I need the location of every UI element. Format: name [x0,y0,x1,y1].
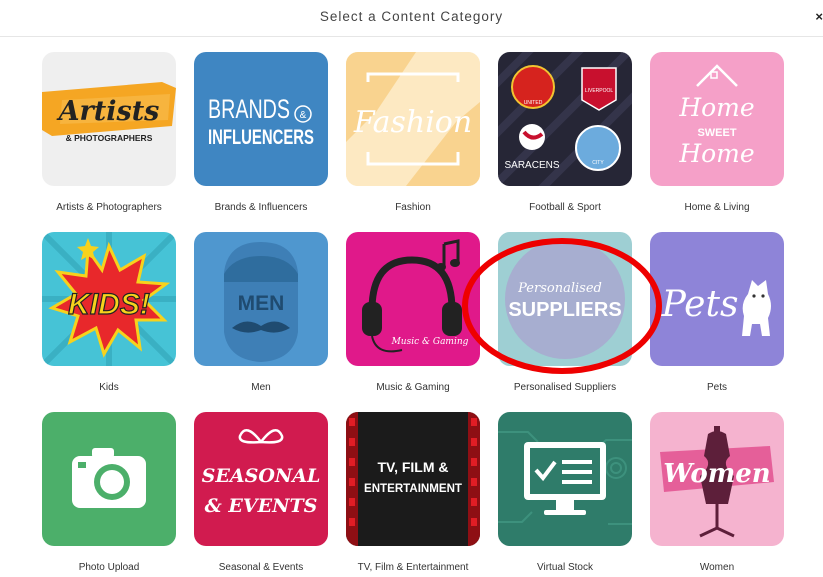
home-living-logo: Home SWEET Home [650,52,784,186]
category-fashion[interactable]: Fashion Fashion [346,52,480,213]
svg-text:Fashion: Fashion [353,105,472,140]
svg-text:TV, FILM &: TV, FILM & [377,459,448,475]
photo-upload-logo [42,412,176,546]
brands-influencers-logo: BRANDS & INFLUENCERS [194,52,328,186]
category-tv-film-entertainment[interactable]: TV, FILM & ENTERTAINMENT TV, Film & Ente… [346,412,480,573]
category-label: Fashion [395,202,431,213]
close-icon[interactable]: × [815,9,823,24]
svg-text:MEN: MEN [238,292,285,315]
svg-text:Artists: Artists [56,96,160,127]
category-label: Home & Living [684,202,750,213]
svg-text:& PHOTOGRAPHERS: & PHOTOGRAPHERS [66,133,153,143]
category-label: Kids [99,382,119,393]
svg-text:Home: Home [678,139,754,168]
category-photo-upload[interactable]: Photo Upload [42,412,176,573]
men-logo: MEN [194,232,328,366]
dialog-title: Select a Content Category [319,9,504,24]
women-logo: Women [650,412,784,546]
category-label: Artists & Photographers [56,202,162,213]
svg-text:ENTERTAINMENT: ENTERTAINMENT [364,481,463,495]
seasonal-events-logo: SEASONAL & EVENTS [194,412,328,546]
category-label: Men [251,382,271,393]
category-music-gaming[interactable]: Music & Gaming Music & Gaming [346,232,480,393]
svg-text:BRANDS: BRANDS [208,94,290,124]
category-virtual-stock[interactable]: Virtual Stock [498,412,632,573]
svg-text:Women: Women [663,459,770,489]
category-pets[interactable]: Pets Pets [650,232,784,393]
category-label: Seasonal & Events [218,562,304,573]
svg-text:LIVERPOOL: LIVERPOOL [585,88,614,94]
svg-text:SEASONAL: SEASONAL [202,465,321,487]
svg-text:SARACENS: SARACENS [504,160,559,171]
svg-text:SWEET: SWEET [697,127,736,139]
fashion-logo: Fashion [346,52,480,186]
svg-text:INFLUENCERS: INFLUENCERS [208,126,314,149]
category-football-sport[interactable]: UNITED LIVERPOOL SARACENS CITY Football … [498,52,632,213]
music-gaming-logo: Music & Gaming [346,232,480,366]
svg-text:CITY: CITY [592,160,604,166]
virtual-stock-logo [498,412,632,546]
category-label: Brands & Influencers [214,202,308,213]
artists-photographers-logo: Artists & PHOTOGRAPHERS [42,52,176,186]
dialog-header: Select a Content Category × [0,0,823,37]
category-women[interactable]: Women Women [650,412,784,573]
pets-logo: Pets [650,232,784,366]
category-brands-influencers[interactable]: BRANDS & INFLUENCERS Brands & Influencer… [194,52,328,213]
svg-text:&: & [300,110,307,121]
svg-text:UNITED: UNITED [524,100,543,106]
svg-text:SUPPLIERS: SUPPLIERS [508,299,621,321]
svg-text:KIDS!: KIDS! [68,288,150,321]
category-label: Photo Upload [78,562,140,573]
category-home-living[interactable]: Home SWEET Home Home & Living [650,52,784,213]
category-label: Personalised Suppliers [513,382,617,393]
kids-logo: KIDS! [42,232,176,366]
svg-text:Music & Gaming: Music & Gaming [391,337,469,347]
category-men[interactable]: MEN Men [194,232,328,393]
category-label: TV, Film & Entertainment [357,562,469,573]
category-label: Music & Gaming [376,382,450,393]
svg-text:Pets: Pets [661,284,739,325]
svg-text:& EVENTS: & EVENTS [205,495,318,517]
category-artists-photographers[interactable]: Artists & PHOTOGRAPHERS Artists & Photog… [42,52,176,213]
personalised-suppliers-logo: Personalised SUPPLIERS [498,232,632,366]
category-label: Virtual Stock [537,562,593,573]
tv-film-entertainment-logo: TV, FILM & ENTERTAINMENT [346,412,480,546]
category-seasonal-events[interactable]: SEASONAL & EVENTS Seasonal & Events [194,412,328,573]
category-personalised-suppliers[interactable]: Personalised SUPPLIERS Personalised Supp… [498,232,632,393]
svg-text:Personalised: Personalised [517,281,602,296]
svg-text:Home: Home [678,93,754,122]
category-label: Pets [706,382,727,393]
category-label: Women [699,562,735,573]
category-kids[interactable]: KIDS! Kids [42,232,176,393]
category-label: Football & Sport [529,202,601,213]
football-sport-logo: UNITED LIVERPOOL SARACENS CITY [498,52,632,186]
